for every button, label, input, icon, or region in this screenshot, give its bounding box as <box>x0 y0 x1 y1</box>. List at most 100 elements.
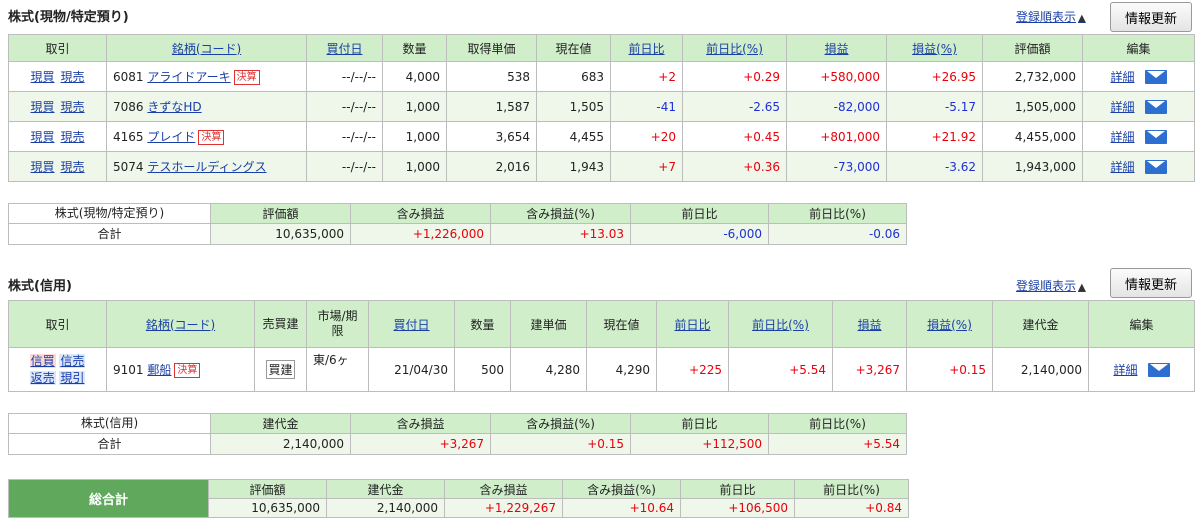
market-value: 1,943,000 <box>982 151 1083 182</box>
summary-value: -6,000 <box>630 223 769 245</box>
day-change-pct: -2.65 <box>682 91 787 122</box>
grand-header: 評価額 <box>208 479 327 499</box>
summary-header: 建代金 <box>210 413 351 434</box>
genkai-link[interactable]: 現買 <box>30 70 54 84</box>
stock-name-link[interactable]: テスホールディングス <box>147 160 266 174</box>
detail-link[interactable]: 詳細 <box>1110 130 1134 144</box>
table-row: 現買 現売 5074 テスホールディングス --/--/-- 1,000 2,01… <box>8 151 1195 182</box>
col-header: 数量 <box>382 34 447 62</box>
col-header: 建単価 <box>510 300 587 348</box>
mail-icon[interactable] <box>1147 362 1170 377</box>
genbai-link[interactable]: 現売 <box>61 100 85 114</box>
stock-name-link[interactable]: プレイド <box>147 130 195 144</box>
market-value: 1,505,000 <box>982 91 1083 122</box>
col-header-sort[interactable]: 損益(%) <box>886 34 983 62</box>
genbutsu-refresh-button[interactable]: 情報更新 <box>1110 2 1192 32</box>
col-header-sort[interactable]: 前日比 <box>610 34 683 62</box>
gen-biki-link[interactable]: 現引 <box>59 370 86 385</box>
col-header-sort[interactable]: 買付日 <box>306 34 383 62</box>
mail-icon[interactable] <box>1144 69 1167 84</box>
stock-code: 5074 <box>113 160 144 174</box>
shinyo-refresh-button[interactable]: 情報更新 <box>1110 268 1192 298</box>
table-row: 現買 現売 4165 プレイド 決算 --/--/-- 1,000 3,654 4,… <box>8 121 1195 152</box>
mail-icon[interactable] <box>1144 129 1167 144</box>
sort-triangle-icon: ▲ <box>1078 282 1086 293</box>
stock-code: 6081 <box>113 70 144 84</box>
summary-total-label: 合計 <box>8 223 211 245</box>
genbai-link[interactable]: 現売 <box>61 70 85 84</box>
col-header-sort[interactable]: 前日比(%) <box>682 34 787 62</box>
stock-name-link[interactable]: アライドアーキ <box>147 70 230 84</box>
earnings-badge: 決算 <box>174 363 201 378</box>
buy-date: --/--/-- <box>306 91 383 122</box>
summary-header: 前日比(%) <box>768 203 907 224</box>
col-header: 現在値 <box>536 34 611 62</box>
current-price: 683 <box>536 61 611 92</box>
sort-label: 登録順表示 <box>1016 10 1077 24</box>
shinyo-section-title: 株式(信用) <box>8 279 72 294</box>
col-header: 取引 <box>8 300 107 348</box>
profit-loss: -73,000 <box>786 151 887 182</box>
day-change: -41 <box>610 91 683 122</box>
detail-link[interactable]: 詳細 <box>1110 160 1134 174</box>
profit-loss-pct: +21.92 <box>886 121 983 152</box>
stock-code: 4165 <box>113 130 144 144</box>
shin-kai-link[interactable]: 信買 <box>29 353 56 368</box>
grand-value: +0.84 <box>794 498 909 518</box>
day-change-pct: +0.45 <box>682 121 787 152</box>
summary-label: 株式(現物/特定預り) <box>8 203 211 224</box>
genbutsu-section-title: 株式(現物/特定預り) <box>8 10 129 25</box>
quantity: 1,000 <box>382 91 447 122</box>
detail-link[interactable]: 詳細 <box>1110 70 1134 84</box>
col-header: 売買建 <box>254 300 307 348</box>
current-price: 4,455 <box>536 121 611 152</box>
col-header-sort[interactable]: 銘柄(コード) <box>106 34 307 62</box>
col-header: 建代金 <box>992 300 1089 348</box>
col-header-sort[interactable]: 損益 <box>786 34 887 62</box>
cost-price: 3,654 <box>446 121 537 152</box>
buy-date: --/--/-- <box>306 151 383 182</box>
shin-bai-link[interactable]: 信売 <box>59 353 86 368</box>
col-header: 取得単価 <box>446 34 537 62</box>
summary-total-label: 合計 <box>8 433 211 455</box>
col-header-sort[interactable]: 損益(%) <box>906 300 993 348</box>
col-header-sort[interactable]: 前日比 <box>656 300 729 348</box>
summary-value: +3,267 <box>350 433 491 455</box>
genbai-link[interactable]: 現売 <box>61 130 85 144</box>
summary-header: 含み損益(%) <box>490 413 631 434</box>
shinyo-sort-link[interactable]: 登録順表示 ▲ <box>1016 277 1086 294</box>
col-header-sort[interactable]: 損益 <box>832 300 907 348</box>
profit-loss-pct: +0.15 <box>906 347 993 392</box>
stock-name-link[interactable]: きずなHD <box>147 100 201 114</box>
col-header-sort[interactable]: 銘柄(コード) <box>106 300 255 348</box>
cost-price: 1,587 <box>446 91 537 122</box>
col-header-sort[interactable]: 前日比(%) <box>728 300 833 348</box>
summary-header: 含み損益 <box>350 413 491 434</box>
summary-label: 株式(信用) <box>8 413 211 434</box>
table-header-row: 取引 銘柄(コード) 買付日 数量 取得単価 現在値 前日比 前日比(%) 損益… <box>8 34 1195 62</box>
genkai-link[interactable]: 現買 <box>30 130 54 144</box>
mail-icon[interactable] <box>1144 99 1167 114</box>
table-row: 現買 現売 7086 きずなHD --/--/-- 1,000 1,587 1,5… <box>8 91 1195 122</box>
genbai-link[interactable]: 現売 <box>61 160 85 174</box>
hen-bai-link[interactable]: 返売 <box>29 370 56 385</box>
stock-name-link[interactable]: 郵船 <box>147 363 171 377</box>
mail-icon[interactable] <box>1144 159 1167 174</box>
earnings-badge: 決算 <box>233 70 260 85</box>
day-change: +7 <box>610 151 683 182</box>
grand-total-label: 総合計 <box>8 479 209 518</box>
grand-header: 前日比 <box>680 479 795 499</box>
genkai-link[interactable]: 現買 <box>30 100 54 114</box>
cost-price: 2,016 <box>446 151 537 182</box>
col-header-sort[interactable]: 買付日 <box>368 300 455 348</box>
col-header: 数量 <box>454 300 511 348</box>
detail-link[interactable]: 詳細 <box>1110 100 1134 114</box>
stock-code: 7086 <box>113 100 144 114</box>
day-change-pct: +0.36 <box>682 151 787 182</box>
summary-value: -0.06 <box>768 223 907 245</box>
genbutsu-summary-table: 株式(現物/特定預り) 評価額 含み損益 含み損益(%) 前日比 前日比(%) … <box>8 203 907 245</box>
genbutsu-sort-link[interactable]: 登録順表示 ▲ <box>1016 8 1086 25</box>
detail-link[interactable]: 詳細 <box>1113 363 1137 377</box>
genkai-link[interactable]: 現買 <box>30 160 54 174</box>
market-value: 4,455,000 <box>982 121 1083 152</box>
